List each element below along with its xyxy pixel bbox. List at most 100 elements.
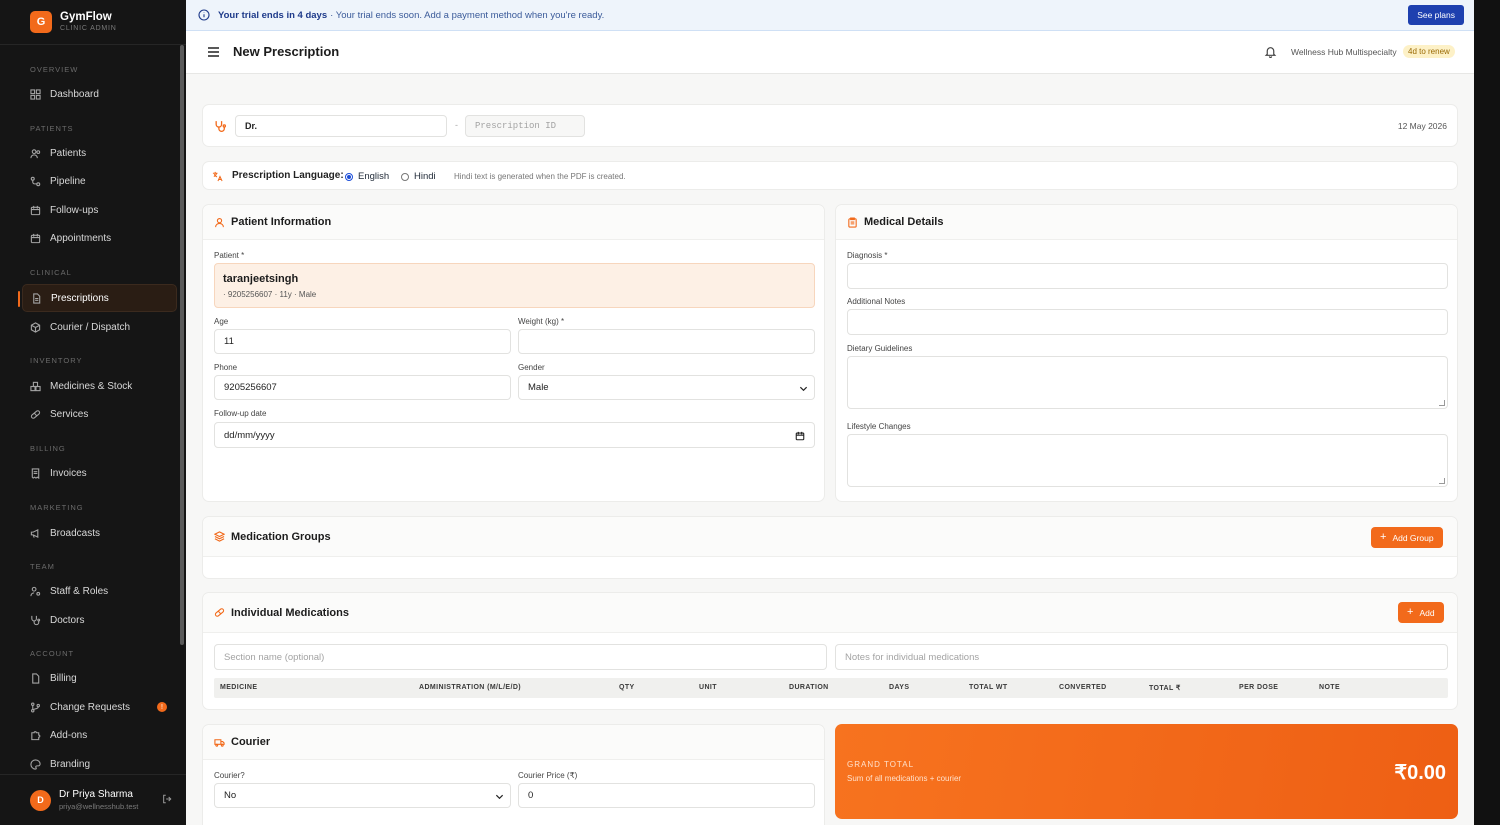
trial-title: Your trial ends in 4 days	[218, 9, 328, 21]
clinic-name[interactable]: Wellness Hub Multispecialty	[1291, 47, 1397, 57]
sidebar-item-broadcasts[interactable]: Broadcasts	[22, 519, 177, 547]
radio-hindi[interactable]: Hindi	[401, 171, 436, 182]
sidebar-item-label: Change Requests	[50, 701, 131, 713]
sidebar-item-staff-roles[interactable]: Staff & Roles	[22, 577, 177, 605]
sidebar-item-dashboard[interactable]: Dashboard	[22, 80, 177, 108]
prescription-date: 12 May 2026	[1397, 121, 1447, 131]
courier-select[interactable]: No	[214, 783, 511, 808]
diagnosis-input[interactable]	[847, 263, 1448, 289]
plus-icon: +	[1380, 531, 1387, 543]
sidebar-item-add-ons[interactable]: Add-ons	[22, 721, 177, 749]
sidebar-item-label: Services	[50, 408, 89, 420]
credit-card-icon	[30, 672, 41, 684]
git-branch-icon	[30, 702, 41, 713]
topbar: New Prescription Wellness Hub Multispeci…	[186, 31, 1474, 74]
patient-selected-card[interactable]: taranjeetsingh · 9205256607 · 11y · Male	[214, 263, 815, 308]
sidebar-item-label: Courier / Dispatch	[50, 321, 131, 333]
trial-message: · Your trial ends soon. Add a payment me…	[330, 9, 605, 21]
grand-total-subtitle: Sum of all medications + courier	[847, 774, 962, 783]
radio-english[interactable]: English	[345, 171, 389, 182]
patient-name: taranjeetsingh	[223, 273, 299, 285]
courier-price-input[interactable]: 0	[518, 783, 815, 808]
radio-button[interactable]	[345, 172, 353, 181]
age-label: Age	[214, 317, 229, 326]
prescription-id-input[interactable]: Prescription ID	[465, 115, 585, 137]
trial-banner: Your trial ends in 4 days · Your trial e…	[186, 0, 1474, 31]
radio-button[interactable]	[401, 172, 409, 181]
language-card: Prescription Language: English Hindi Hin…	[202, 161, 1458, 190]
sidebar-item-label: Billing	[50, 672, 77, 684]
receipt-icon	[30, 467, 41, 479]
sidebar-item-branding[interactable]: Branding	[22, 750, 177, 774]
phone-label: Phone	[214, 363, 238, 372]
user-icon	[214, 217, 225, 228]
pill-icon	[214, 607, 225, 618]
patient-info-card: Patient Information Patient * taranjeets…	[202, 204, 825, 502]
sidebar-item-doctors[interactable]: Doctors	[22, 606, 177, 634]
nav-section-inventory: INVENTORY	[30, 356, 83, 365]
sidebar-item-courier-dispatch[interactable]: Courier / Dispatch	[22, 313, 177, 341]
followup-label: Follow-up date	[214, 409, 267, 418]
column-header: UNIT	[699, 684, 717, 691]
sidebar-item-pipeline[interactable]: Pipeline	[22, 167, 177, 195]
card-title: Medical Details	[864, 216, 944, 228]
grand-total-title: GRAND TOTAL	[847, 760, 915, 769]
add-group-button[interactable]: + Add Group	[1371, 527, 1443, 548]
user-profile[interactable]: D Dr Priya Sharma priya@wellnesshub.test	[0, 774, 186, 825]
file-icon	[31, 292, 42, 304]
logout-icon[interactable]	[162, 793, 172, 807]
calendar-icon[interactable]	[795, 431, 805, 441]
section-name-input[interactable]: Section name (optional)	[214, 644, 827, 670]
layers-icon	[214, 531, 225, 542]
medication-notes-input[interactable]: Notes for individual medications	[835, 644, 1448, 670]
column-header: NOTE	[1319, 684, 1341, 691]
sidebar-item-follow-ups[interactable]: Follow-ups	[22, 196, 177, 224]
doctor-select[interactable]: Dr.	[235, 115, 447, 137]
sidebar-item-label: Pipeline	[50, 175, 86, 187]
nav-section-clinical: CLINICAL	[30, 268, 72, 277]
sidebar-item-change-requests[interactable]: Change Requests !	[22, 693, 177, 721]
id-separator: -	[455, 120, 458, 130]
additional-notes-label: Additional Notes	[847, 297, 906, 306]
prescription-header-card: Dr. - Prescription ID 12 May 2026	[202, 104, 1458, 147]
sidebar-item-prescriptions[interactable]: Prescriptions	[18, 284, 177, 312]
user-cog-icon	[30, 586, 41, 597]
sidebar-item-invoices[interactable]: Invoices	[22, 459, 177, 487]
add-medication-button[interactable]: + Add	[1398, 602, 1444, 623]
window-gutter	[1474, 0, 1500, 825]
age-input[interactable]: 11	[214, 329, 511, 354]
sidebar-item-patients[interactable]: Patients	[22, 139, 177, 167]
sidebar-item-medicines-stock[interactable]: Medicines & Stock	[22, 372, 177, 400]
sidebar-scrollbar[interactable]	[180, 45, 184, 645]
megaphone-icon	[30, 528, 41, 539]
sidebar-item-appointments[interactable]: Appointments	[22, 224, 177, 252]
lifestyle-textarea[interactable]	[847, 434, 1448, 487]
weight-label: Weight (kg) *	[518, 317, 565, 326]
nav-section-account: ACCOUNT	[30, 649, 75, 658]
nav-section-marketing: MARKETING	[30, 503, 84, 512]
sidebar-item-billing[interactable]: Billing	[22, 664, 177, 692]
medications-table-header: MEDICINE ADMINISTRATION (M/L/E/D) QTY UN…	[214, 678, 1448, 698]
pill-icon	[30, 409, 41, 420]
sidebar-item-services[interactable]: Services	[22, 400, 177, 428]
patient-meta: · 9205256607 · 11y · Male	[223, 290, 317, 299]
card-header: Medication Groups	[203, 517, 1457, 557]
box-icon	[30, 321, 41, 333]
bell-icon[interactable]	[1264, 45, 1277, 58]
gender-select[interactable]: Male	[518, 375, 815, 400]
see-plans-button[interactable]: See plans	[1408, 5, 1464, 25]
card-title: Courier	[231, 736, 271, 748]
column-header: ADMINISTRATION (M/L/E/D)	[419, 684, 522, 691]
renew-badge: 4d to renew	[1403, 45, 1455, 58]
dietary-textarea[interactable]	[847, 356, 1448, 409]
menu-icon[interactable]	[207, 46, 220, 58]
weight-input[interactable]	[518, 329, 815, 354]
stethoscope-icon	[30, 615, 41, 626]
button-label: Add	[1419, 607, 1435, 618]
brand[interactable]: G GymFlow CLINIC ADMIN	[0, 0, 186, 45]
nav-section-overview: OVERVIEW	[30, 65, 79, 74]
phone-input[interactable]: 9205256607	[214, 375, 511, 400]
followup-date-input[interactable]: dd/mm/yyyy	[214, 422, 815, 448]
sidebar-item-label: Follow-ups	[50, 204, 99, 216]
additional-notes-input[interactable]	[847, 309, 1448, 335]
